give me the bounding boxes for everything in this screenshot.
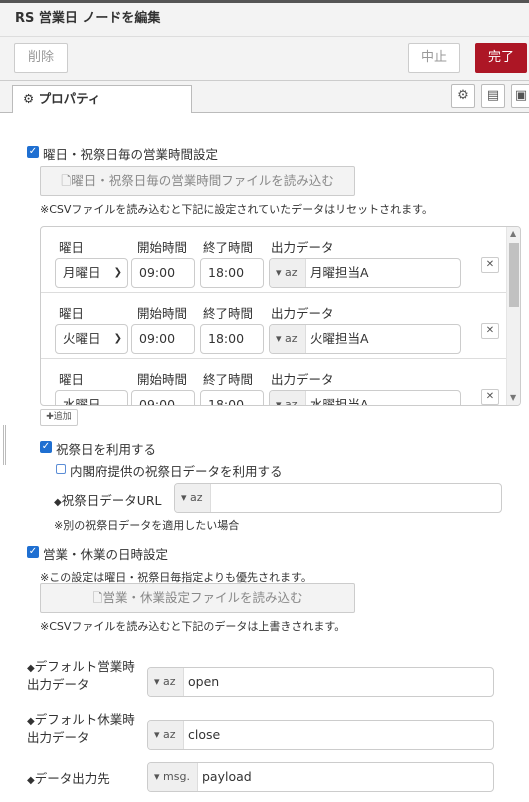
list-item: 曜日 開始時間 終了時間 出力データ 月曜日 ❯ 09:00 18:00 ▾ a…	[41, 227, 506, 293]
cabinet-office-checkbox[interactable]	[56, 464, 66, 474]
holiday-url-label: ◆祝祭日データURL	[54, 493, 162, 508]
gear-icon[interactable]: ⚙	[451, 84, 475, 108]
add-row-button[interactable]: ✚追加	[40, 409, 78, 426]
business-note: ※CSVファイルを読み込むと下記のデータは上書きされます。	[40, 620, 346, 633]
header-start: 開始時間	[137, 240, 188, 255]
header-day: 曜日	[59, 306, 85, 321]
chevron-down-icon: ❯	[113, 333, 122, 344]
tag-icon: ◆	[27, 716, 35, 727]
cabinet-office-label: 内閣府提供の祝祭日データを利用する	[70, 464, 283, 479]
default-close-label-line2: 出力データ	[27, 730, 90, 745]
business-load-file-button[interactable]: 🗋営業・休業設定ファイルを読み込む	[40, 583, 355, 613]
cancel-button[interactable]: 中止	[408, 43, 460, 73]
header-output: 出力データ	[271, 240, 334, 255]
header-start: 開始時間	[137, 306, 188, 321]
file-icon: 🗋	[92, 590, 103, 605]
weekday-checkbox[interactable]: ✓	[27, 146, 39, 158]
tab-properties-label: プロパティ	[38, 91, 101, 106]
tag-icon: ◆	[27, 775, 35, 786]
day-select[interactable]: 月曜日 ❯	[55, 258, 128, 288]
output-typed-input[interactable]: ▾ az 火曜担当A	[269, 324, 461, 354]
default-close-input[interactable]: ▾ az close	[147, 720, 494, 750]
weekday-load-file-button[interactable]: 🗋曜日・祝祭日毎の営業時間ファイルを読み込む	[40, 166, 355, 196]
day-select[interactable]: 水曜日	[55, 390, 128, 405]
header-day: 曜日	[59, 372, 85, 387]
remove-row-button[interactable]: ✕	[481, 323, 499, 339]
type-select[interactable]: ▾ az	[148, 721, 184, 749]
default-close-label: ◆デフォルト休業時	[27, 712, 135, 727]
list-item: 曜日 開始時間 終了時間 出力データ 火曜日 ❯ 09:00 18:00 ▾ a…	[41, 293, 506, 359]
document-icon[interactable]: ▤	[481, 84, 505, 108]
list-scrollbar[interactable]: ▲ ▼	[506, 227, 520, 405]
resize-handle[interactable]	[3, 425, 6, 465]
end-time-input[interactable]: 18:00	[200, 258, 264, 288]
business-checkbox[interactable]: ✓	[27, 546, 39, 558]
start-time-input[interactable]: 09:00	[131, 258, 195, 288]
type-select[interactable]: ▾ az	[270, 391, 306, 405]
holiday-label: 祝祭日を利用する	[56, 442, 157, 457]
start-time-input[interactable]: 09:00	[131, 324, 195, 354]
start-time-input[interactable]: 09:00	[131, 390, 195, 405]
action-bar: 削除 中止 完了	[0, 37, 529, 81]
layout-icon[interactable]: ▣	[511, 84, 529, 108]
output-target-input[interactable]: ▾ msg. payload	[147, 762, 494, 792]
list-item: 曜日 開始時間 終了時間 出力データ 水曜日 09:00 18:00 ▾ az …	[41, 359, 506, 405]
weekday-label: 曜日・祝祭日毎の営業時間設定	[43, 147, 219, 162]
header-end: 終了時間	[203, 240, 254, 255]
output-typed-input[interactable]: ▾ az 水曜担当A	[269, 390, 461, 405]
output-target-label: ◆データ出力先	[27, 771, 110, 786]
gear-icon: ⚙	[23, 91, 35, 106]
plus-icon: ✚	[46, 412, 54, 422]
scrollbar-thumb[interactable]	[509, 243, 519, 307]
default-open-label: ◆デフォルト営業時	[27, 659, 135, 674]
tag-icon: ◆	[27, 663, 35, 674]
type-select[interactable]: ▾ az	[148, 668, 184, 696]
default-open-label-line2: 出力データ	[27, 677, 90, 692]
end-time-input[interactable]: 18:00	[200, 324, 264, 354]
dialog-title: RS 営業日 ノードを編集	[0, 3, 529, 37]
holiday-url-note: ※別の祝祭日データを適用したい場合	[54, 519, 240, 532]
header-start: 開始時間	[137, 372, 188, 387]
type-select[interactable]: ▾ az	[270, 259, 306, 287]
header-output: 出力データ	[271, 306, 334, 321]
business-label: 営業・休業の日時設定	[43, 547, 169, 562]
output-typed-input[interactable]: ▾ az 月曜担当A	[269, 258, 461, 288]
day-select[interactable]: 火曜日 ❯	[55, 324, 128, 354]
header-day: 曜日	[59, 240, 85, 255]
remove-row-button[interactable]: ✕	[481, 257, 499, 273]
scroll-down-icon[interactable]: ▼	[510, 393, 516, 402]
end-time-input[interactable]: 18:00	[200, 390, 264, 405]
header-end: 終了時間	[203, 306, 254, 321]
tab-properties[interactable]: ⚙ プロパティ	[12, 85, 192, 114]
header-end: 終了時間	[203, 372, 254, 387]
header-output: 出力データ	[271, 372, 334, 387]
type-select[interactable]: ▾ msg.	[148, 763, 198, 791]
default-open-input[interactable]: ▾ az open	[147, 667, 494, 697]
tag-icon: ◆	[54, 497, 62, 508]
tab-bar: ⚙ プロパティ ⚙ ▤ ▣	[0, 81, 529, 114]
type-select[interactable]: ▾ az	[175, 484, 211, 512]
holiday-checkbox[interactable]: ✓	[40, 441, 52, 453]
weekday-list[interactable]: 曜日 開始時間 終了時間 出力データ 月曜日 ❯ 09:00 18:00 ▾ a…	[40, 226, 521, 406]
chevron-down-icon: ❯	[113, 267, 122, 278]
type-select[interactable]: ▾ az	[270, 325, 306, 353]
done-button[interactable]: 完了	[475, 43, 527, 73]
delete-button[interactable]: 削除	[14, 43, 68, 73]
weekday-note: ※CSVファイルを読み込むと下記に設定されていたデータはリセットされます。	[40, 203, 433, 216]
scroll-up-icon[interactable]: ▲	[510, 229, 516, 238]
file-icon: 🗋	[61, 173, 72, 188]
holiday-url-input[interactable]: ▾ az	[174, 483, 502, 513]
remove-row-button[interactable]: ✕	[481, 389, 499, 405]
